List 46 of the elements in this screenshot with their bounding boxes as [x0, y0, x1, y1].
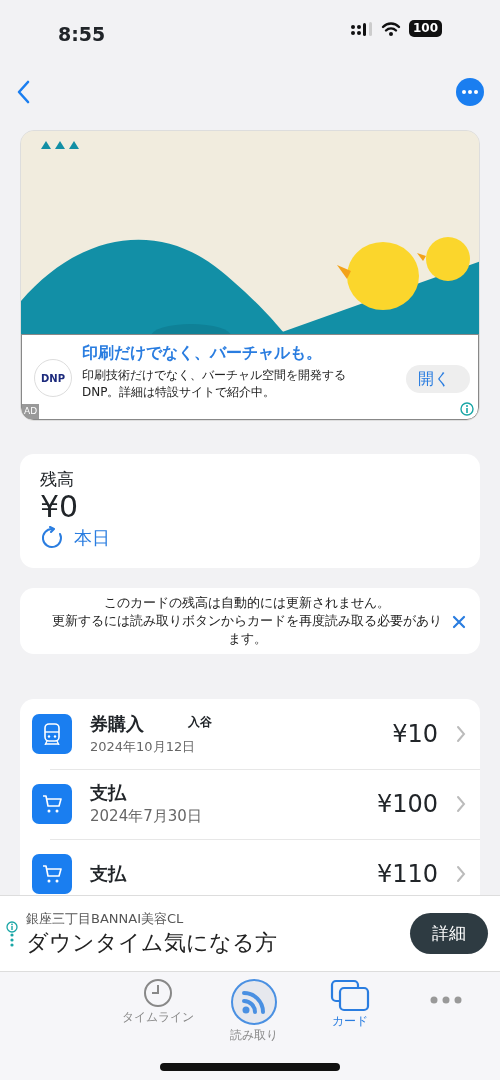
advertiser-name: 銀座三丁目BANNAI美容CL: [26, 909, 185, 928]
clock-icon: [143, 978, 173, 1008]
chevron-icon: [456, 795, 466, 813]
ad-label: AD: [22, 403, 40, 419]
refresh-icon: [40, 525, 64, 550]
battery-indicator: 100: [408, 20, 442, 37]
info-icon[interactable]: [6, 920, 18, 933]
ad-title[interactable]: 印刷だけでなく、バーチャルも。: [82, 343, 322, 363]
details-button[interactable]: 詳細: [410, 912, 488, 955]
options-icon[interactable]: [10, 932, 14, 947]
notice-text: 更新するには読み取りボタンからカードを再度読み取る必要があります。: [51, 612, 443, 648]
more-button[interactable]: [456, 78, 484, 106]
transaction-date: 2024年7月30日: [90, 806, 202, 827]
chevron-icon: [456, 725, 466, 743]
transaction-date: 2024年10月12日: [90, 738, 197, 756]
balance-amount: ¥0: [40, 490, 80, 524]
ad-text: 印刷技術だけでなく、バーチャル空間を開発する DNP。詳細は特設サイトで紹介中。: [82, 367, 347, 401]
back-icon: [16, 80, 30, 105]
cart-icon: [41, 793, 63, 815]
transaction-amount: ¥110: [376, 859, 438, 890]
tab[interactable]: カード: [302, 978, 398, 1080]
train-icon: [41, 723, 63, 745]
transaction-amount: ¥10: [392, 719, 438, 750]
status-time: 8:55: [58, 22, 106, 47]
tab[interactable]: タイムライン: [110, 978, 206, 1080]
transaction-title: 券購入: [90, 713, 144, 734]
feed-icon: [230, 978, 278, 1026]
cart-icon: [41, 863, 63, 885]
station-name: 入谷: [188, 715, 212, 729]
more-icon: [430, 996, 462, 1004]
more-icon: [462, 90, 478, 94]
open-button[interactable]: 開く: [406, 365, 470, 393]
chevron-icon: [456, 865, 466, 883]
notice-text: このカードの残高は自動的には更新されません。: [103, 594, 391, 612]
transaction-amount: ¥100: [376, 789, 438, 820]
cards-icon: [330, 978, 370, 1012]
wifi-icon: [380, 21, 401, 36]
ad-headline[interactable]: ダウンタイム気になる方: [26, 927, 277, 958]
info-icon[interactable]: [460, 402, 474, 416]
close-icon: [452, 614, 466, 629]
signal-icon: [350, 21, 373, 36]
transaction-title: 支払: [90, 863, 126, 884]
back-button[interactable]: [16, 79, 30, 105]
balance-label: 残高: [40, 468, 75, 490]
updated-date: 本日: [74, 526, 110, 550]
transaction-title: 支払: [90, 782, 126, 803]
